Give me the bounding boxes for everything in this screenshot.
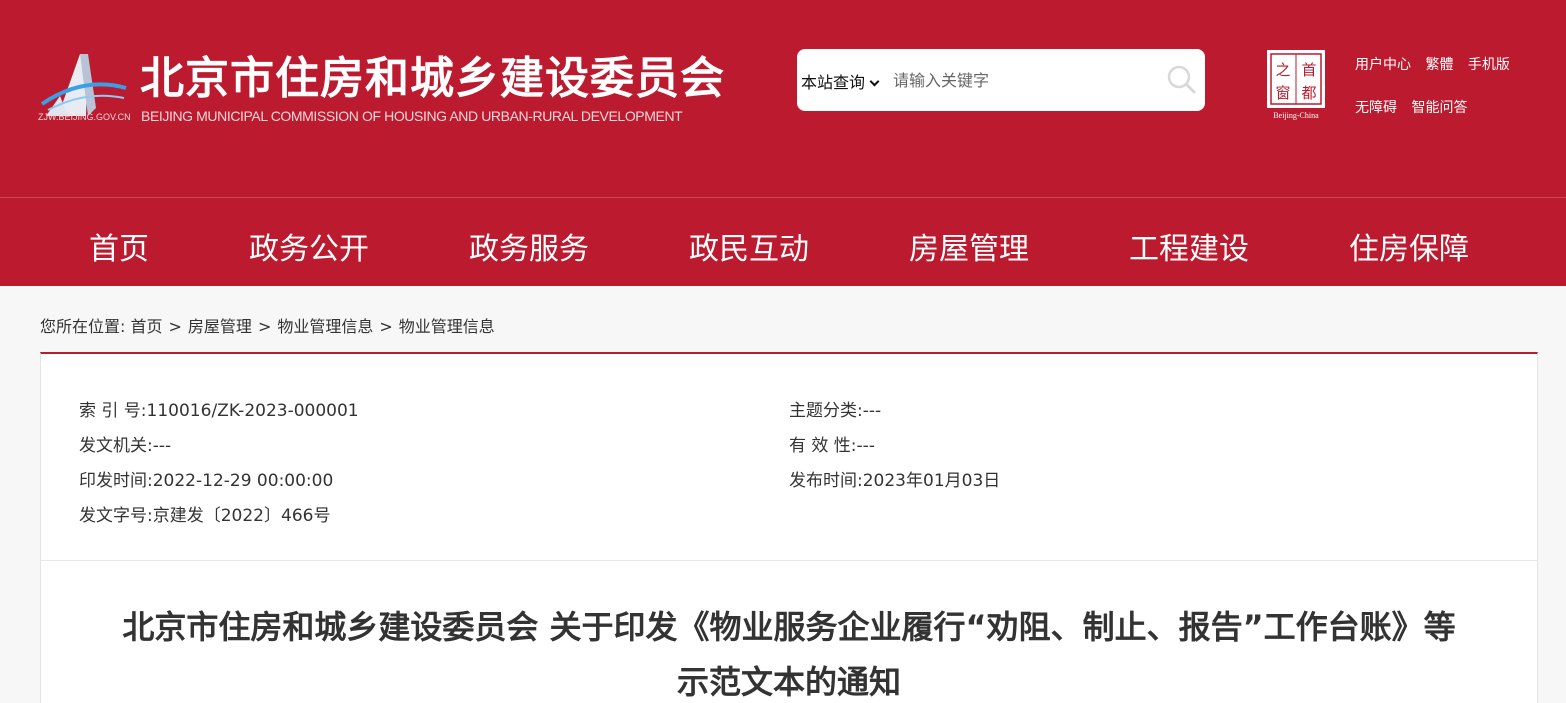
top-links: 用户中心 繁體 手机版 无障碍 智能问答 [1355, 54, 1520, 140]
meta-value: 2023年01月03日 [862, 471, 1001, 491]
nav-item-construction[interactable]: 工程建设 [1129, 224, 1249, 268]
meta-value: --- [856, 436, 875, 456]
breadcrumb-item-property-info-current[interactable]: 物业管理信息 [399, 317, 495, 336]
breadcrumb-item-property-info[interactable]: 物业管理信息 [277, 317, 373, 336]
chevron-down-icon [869, 76, 880, 87]
site-header: ZJW.BEIJING.GOV.CN 北京市住房和城乡建设委员会 BEIJING… [0, 0, 1566, 197]
meta-issuing-authority: 发文机关:--- [79, 431, 171, 456]
meta-topic-category: 主题分类:--- [789, 396, 881, 421]
meta-value: 京建发〔2022〕466号 [152, 506, 331, 526]
site-name[interactable]: 北京市住房和城乡建设委员会 [140, 42, 725, 106]
meta-document-number: 发文字号:京建发〔2022〕466号 [79, 501, 330, 526]
nav-item-government-affairs-disclosure[interactable]: 政务公开 [249, 224, 369, 268]
meta-publish-date: 发布时间:2023年01月03日 [789, 466, 1000, 491]
svg-text:都: 都 [1301, 84, 1316, 102]
nav-item-housing-management[interactable]: 房屋管理 [909, 224, 1029, 268]
meta-value: 2022-12-29 00:00:00 [152, 471, 334, 491]
meta-value: --- [152, 436, 172, 456]
breadcrumb-separator: > [257, 317, 272, 336]
nav-item-housing-security[interactable]: 住房保障 [1349, 224, 1469, 268]
search-icon[interactable] [1166, 64, 1196, 94]
meta-divider [41, 560, 1537, 561]
nav-item-home[interactable]: 首页 [89, 224, 149, 268]
meta-label: 索 引 号: [79, 401, 147, 421]
meta-label: 发文字号: [79, 506, 153, 526]
meta-label: 印发时间: [79, 471, 153, 491]
svg-text:首: 首 [1301, 61, 1316, 79]
breadcrumb-item-home[interactable]: 首页 [131, 317, 163, 336]
meta-label: 主题分类: [789, 401, 863, 421]
breadcrumb-prefix: 您所在位置: [40, 317, 126, 336]
meta-index-number: 索 引 号:110016/ZK-2023-000001 [79, 396, 359, 421]
breadcrumb-separator: > [168, 317, 182, 336]
smart-qa-link[interactable]: 智能问答 [1411, 100, 1467, 116]
meta-label: 发布时间: [789, 471, 863, 491]
search-scope-select[interactable]: 本站查询 [801, 69, 880, 93]
meta-value: 110016/ZK-2023-000001 [146, 401, 359, 421]
mobile-version-link[interactable]: 手机版 [1468, 57, 1510, 73]
meta-value: --- [862, 401, 882, 421]
nav-item-public-interaction[interactable]: 政民互动 [689, 224, 809, 268]
search-input[interactable] [893, 65, 1143, 95]
traditional-chinese-link[interactable]: 繁體 [1425, 57, 1453, 73]
meta-label: 有 效 性: [789, 436, 857, 456]
capital-window-seal-icon[interactable]: 之 首 窗 都 Beijing-China [1265, 48, 1327, 120]
site-name-en: BEIJING MUNICIPAL COMMISSION OF HOUSING … [141, 108, 683, 124]
article-title: 北京市住房和城乡建设委员会 关于印发《物业服务企业履行“劝阻、制止、报告”工作台… [41, 600, 1537, 703]
breadcrumb: 您所在位置: 首页 > 房屋管理 > 物业管理信息 > 物业管理信息 [40, 313, 495, 337]
nav-item-government-services[interactable]: 政务服务 [469, 224, 589, 268]
user-center-link[interactable]: 用户中心 [1355, 57, 1411, 73]
breadcrumb-separator: > [379, 317, 393, 336]
meta-label: 发文机关: [79, 436, 153, 456]
meta-issue-date: 印发时间:2022-12-29 00:00:00 [79, 466, 333, 491]
search-box: 本站查询 [797, 49, 1205, 111]
svg-text:窗: 窗 [1275, 84, 1290, 102]
search-scope-label: 本站查询 [801, 73, 866, 92]
meta-validity: 有 效 性:--- [789, 431, 875, 456]
logo-domain-text: ZJW.BEIJING.GOV.CN [38, 112, 131, 122]
article-panel: 索 引 号:110016/ZK-2023-000001 主题分类:--- 发文机… [40, 352, 1538, 703]
article-title-line-2: 示范文本的通知 [676, 663, 901, 701]
breadcrumb-item-housing-management[interactable]: 房屋管理 [188, 317, 252, 336]
main-nav: 首页 政务公开 政务服务 政民互动 房屋管理 工程建设 住房保障 [0, 197, 1566, 286]
accessibility-link[interactable]: 无障碍 [1355, 100, 1397, 116]
svg-text:Beijing-China: Beijing-China [1273, 111, 1319, 120]
svg-text:之: 之 [1275, 61, 1290, 79]
article-title-line-1: 北京市住房和城乡建设委员会 关于印发《物业服务企业履行“劝阻、制止、报告”工作台… [122, 608, 1456, 646]
